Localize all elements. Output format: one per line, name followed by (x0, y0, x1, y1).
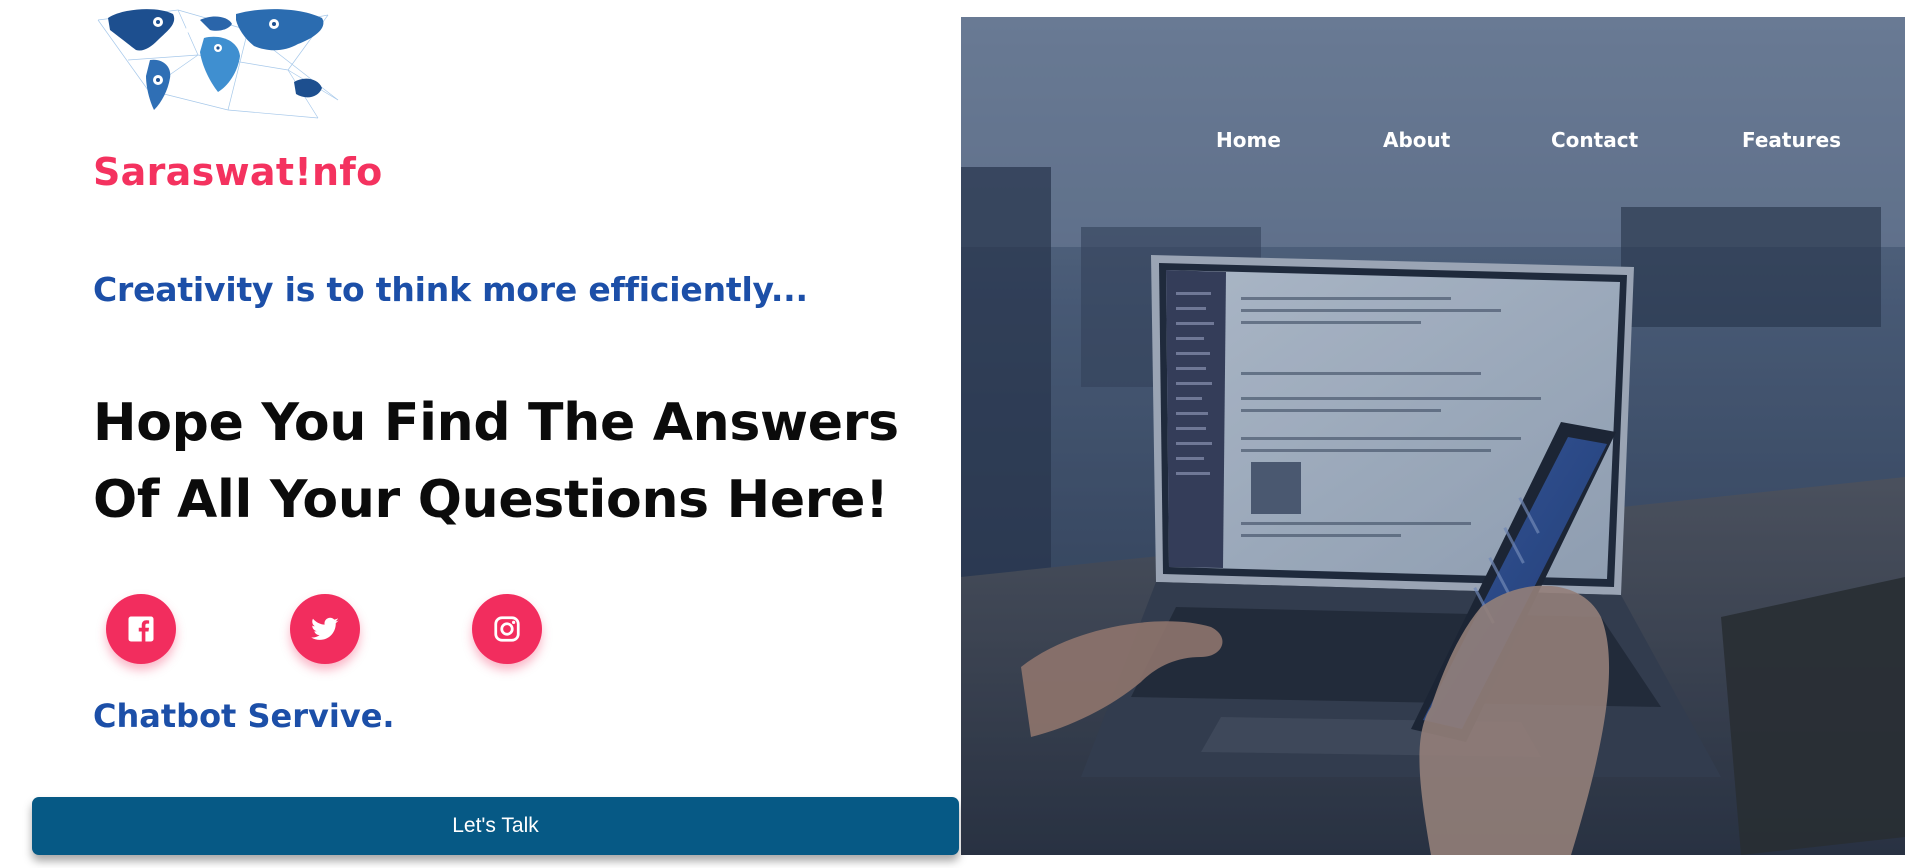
lets-talk-button[interactable]: Let's Talk (32, 797, 959, 855)
nav-home[interactable]: Home (1216, 128, 1281, 152)
nav-contact[interactable]: Contact (1551, 128, 1638, 152)
instagram-icon (494, 616, 520, 642)
world-map-network-icon (97, 9, 339, 119)
twitter-icon (311, 617, 339, 640)
nav-features[interactable]: Features (1742, 128, 1841, 152)
page-headline: Hope You Find The Answers Of All Your Qu… (93, 385, 923, 539)
tagline: Creativity is to think more efficiently.… (93, 270, 808, 309)
headline-line-2: Of All Your Questions Here! (93, 470, 889, 530)
landing-page: Saraswat!nfo Creativity is to think more… (0, 0, 1905, 868)
instagram-button[interactable] (472, 594, 542, 664)
headline-line-1: Hope You Find The Answers (93, 393, 899, 453)
facebook-button[interactable] (106, 594, 176, 664)
twitter-button[interactable] (290, 594, 360, 664)
facebook-icon (128, 616, 154, 642)
nav-about[interactable]: About (1383, 128, 1450, 152)
service-label: Chatbot Servive. (93, 697, 395, 735)
brand-name: Saraswat!nfo (93, 150, 383, 194)
